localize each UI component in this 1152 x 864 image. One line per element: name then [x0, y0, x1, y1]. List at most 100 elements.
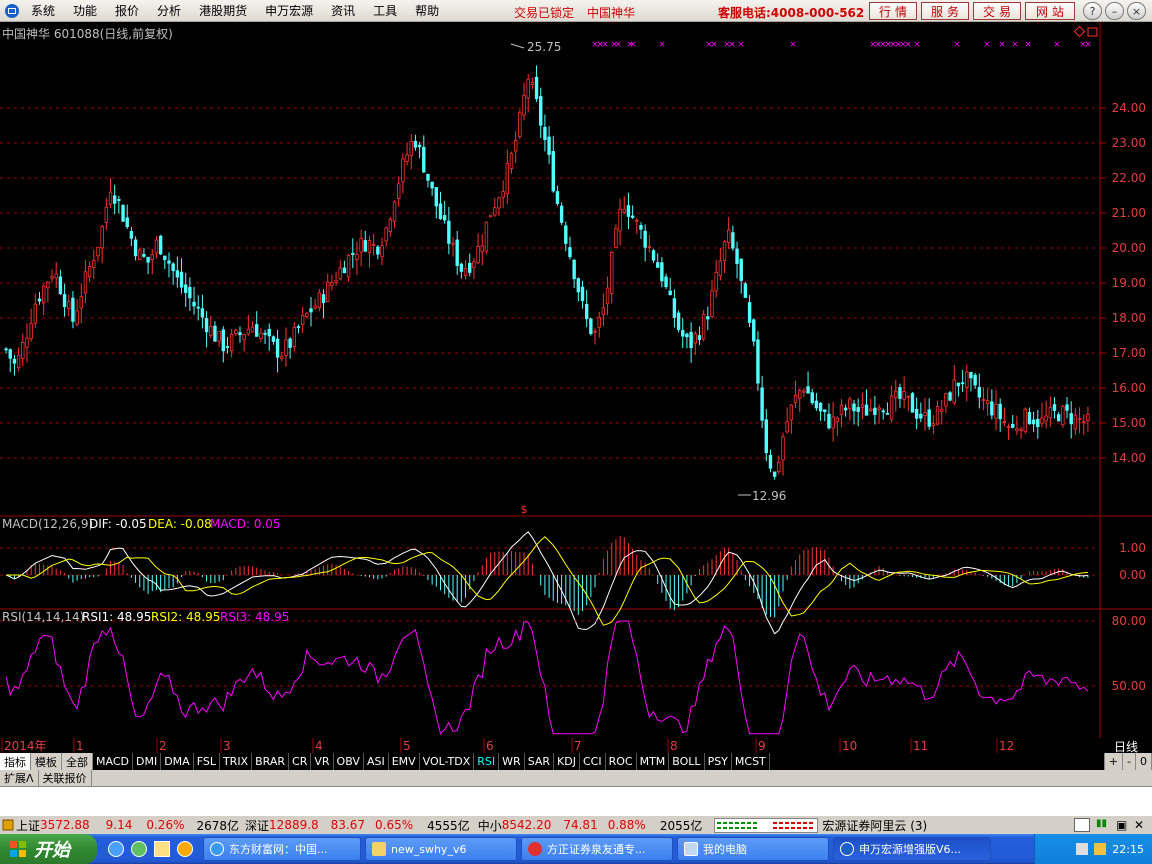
- rsi-tick-label: 80.00: [1112, 614, 1146, 628]
- indicator-tab-roc[interactable]: ROC: [606, 753, 637, 770]
- volume-icon[interactable]: [1094, 843, 1107, 855]
- price-tick-label: 14.00: [1112, 451, 1146, 465]
- candle-body: [722, 241, 727, 262]
- indicator-tab-mcst[interactable]: MCST: [732, 753, 770, 770]
- candle-body: [451, 242, 455, 245]
- candle-body: [1019, 428, 1023, 431]
- close-icon[interactable]: ×: [1127, 2, 1146, 20]
- candle-body: [843, 407, 848, 411]
- website-button[interactable]: 网站: [1025, 2, 1075, 20]
- zoom-out-button[interactable]: -: [1123, 753, 1136, 770]
- start-button[interactable]: 开始: [0, 834, 97, 864]
- candle-body: [41, 285, 46, 304]
- task-eastmoney[interactable]: 东方财富网：中国...: [203, 837, 361, 861]
- indicator-tab-trix[interactable]: TRIX: [220, 753, 253, 770]
- candle-body: [622, 208, 626, 213]
- ie-icon[interactable]: [108, 841, 124, 857]
- task-folder[interactable]: new_swhy_v6: [365, 837, 517, 861]
- indicator-tab-vr[interactable]: VR: [311, 753, 334, 770]
- zoom-in-button[interactable]: +: [1103, 753, 1124, 770]
- candle-body: [1073, 414, 1078, 430]
- windows-logo-icon: [10, 841, 26, 857]
- candle-body: [1015, 428, 1019, 432]
- candle-body: [62, 294, 67, 307]
- indicator-tab-rsi[interactable]: RSI: [474, 753, 500, 770]
- indicator-tab-psy[interactable]: PSY: [705, 753, 732, 770]
- trade-lock-status: 交易已锁定: [514, 6, 575, 20]
- candle-body: [614, 228, 618, 248]
- month-label: 1: [76, 739, 84, 753]
- indicator-tab-vol-tdx[interactable]: VOL-TDX: [420, 753, 475, 770]
- indicator-tab-obv[interactable]: OBV: [334, 753, 364, 770]
- tab-indicator[interactable]: 指标: [0, 753, 31, 770]
- sz-index-change: 83.67: [330, 818, 366, 832]
- trade-button[interactable]: 交易: [973, 2, 1021, 20]
- tab-related-quotes[interactable]: 关联报价: [39, 770, 92, 786]
- candle-body: [300, 314, 305, 326]
- media-icon[interactable]: [177, 841, 193, 857]
- menu-system[interactable]: 系统: [22, 2, 64, 19]
- broker-server[interactable]: 宏源证券阿里云 (3): [822, 817, 927, 834]
- quote-button[interactable]: 行情: [869, 2, 917, 20]
- menu-quote[interactable]: 报价: [106, 2, 148, 19]
- signal-icon[interactable]: ▮▮: [1096, 818, 1112, 832]
- help-window-icon[interactable]: ?: [1083, 2, 1102, 20]
- indicator-tab-sar[interactable]: SAR: [525, 753, 555, 770]
- candle-body: [430, 181, 434, 189]
- tab-template[interactable]: 模板: [31, 753, 62, 770]
- minimize-icon[interactable]: –: [1105, 2, 1124, 20]
- tab-extend[interactable]: 扩展Λ: [0, 770, 39, 786]
- indicator-tab-kdj[interactable]: KDJ: [554, 753, 580, 770]
- indicator-tab-mtm[interactable]: MTM: [637, 753, 670, 770]
- app-logo-icon: [2, 2, 22, 20]
- task-founder[interactable]: 方正证券泉友通专...: [521, 837, 673, 861]
- menu-tools[interactable]: 工具: [364, 2, 406, 19]
- market-breadth-indicator: [714, 817, 819, 833]
- candle-body: [438, 203, 443, 219]
- indicator-tab-asi[interactable]: ASI: [364, 753, 389, 770]
- candle-body: [83, 271, 88, 294]
- indicator-tab-boll[interactable]: BOLL: [669, 753, 705, 770]
- chart-area[interactable]: 24.00 23.00 22.00 21.00 20.00 19.00 18.00 17.00…: [0, 22, 1152, 738]
- indicator-tab-brar[interactable]: BRAR: [252, 753, 290, 770]
- indicator-tab-macd[interactable]: MACD: [93, 753, 133, 770]
- close-panel-icon[interactable]: ✕: [1134, 818, 1148, 832]
- network-icon[interactable]: [1076, 843, 1089, 855]
- task-my-computer[interactable]: 我的电脑: [677, 837, 829, 861]
- menu-hk-futures[interactable]: 港股期货: [190, 2, 256, 19]
- tab-all[interactable]: 全部: [62, 753, 93, 770]
- candle-body: [288, 338, 292, 348]
- kline-chart[interactable]: 24.00 23.00 22.00 21.00 20.00 19.00 18.00 17.00…: [0, 22, 1152, 738]
- lock-icon[interactable]: ▣: [1116, 818, 1130, 832]
- desktop-icon[interactable]: [154, 841, 170, 857]
- menu-analysis[interactable]: 分析: [148, 2, 190, 19]
- reset-zoom-button[interactable]: 0: [1136, 753, 1152, 770]
- sh-index-change: 9.14: [105, 818, 133, 832]
- notepad-icon[interactable]: [1074, 818, 1090, 832]
- price-tick-label: 22.00: [1112, 171, 1146, 185]
- service-button[interactable]: 服务: [921, 2, 969, 20]
- indicator-tab-fsl[interactable]: FSL: [194, 753, 220, 770]
- candle-body: [973, 374, 977, 386]
- indicator-tab-dma[interactable]: DMA: [161, 753, 194, 770]
- indicator-tab-emv[interactable]: EMV: [389, 753, 420, 770]
- candle-body: [37, 298, 42, 302]
- menu-info[interactable]: 资讯: [322, 2, 364, 19]
- alert-icon[interactable]: [0, 819, 16, 831]
- candle-body: [639, 225, 643, 230]
- event-marker: ×: [953, 40, 961, 50]
- menu-help[interactable]: 帮助: [406, 2, 448, 19]
- menu-function[interactable]: 功能: [64, 2, 106, 19]
- indicator-tab-cci[interactable]: CCI: [580, 753, 606, 770]
- menu-shenwan[interactable]: 申万宏源: [256, 2, 322, 19]
- event-marker: ×: [728, 40, 736, 50]
- indicator-tab-dmi[interactable]: DMI: [133, 753, 162, 770]
- task-shenwan[interactable]: 申万宏源增强版V6...: [833, 837, 991, 861]
- indicator-tab-cr[interactable]: CR: [289, 753, 312, 770]
- candle-body: [121, 204, 125, 222]
- candle-body: [46, 281, 50, 289]
- indicator-tab-wr[interactable]: WR: [499, 753, 525, 770]
- candle-body: [413, 140, 418, 148]
- candle-body: [455, 239, 459, 266]
- browser-icon[interactable]: [131, 841, 147, 857]
